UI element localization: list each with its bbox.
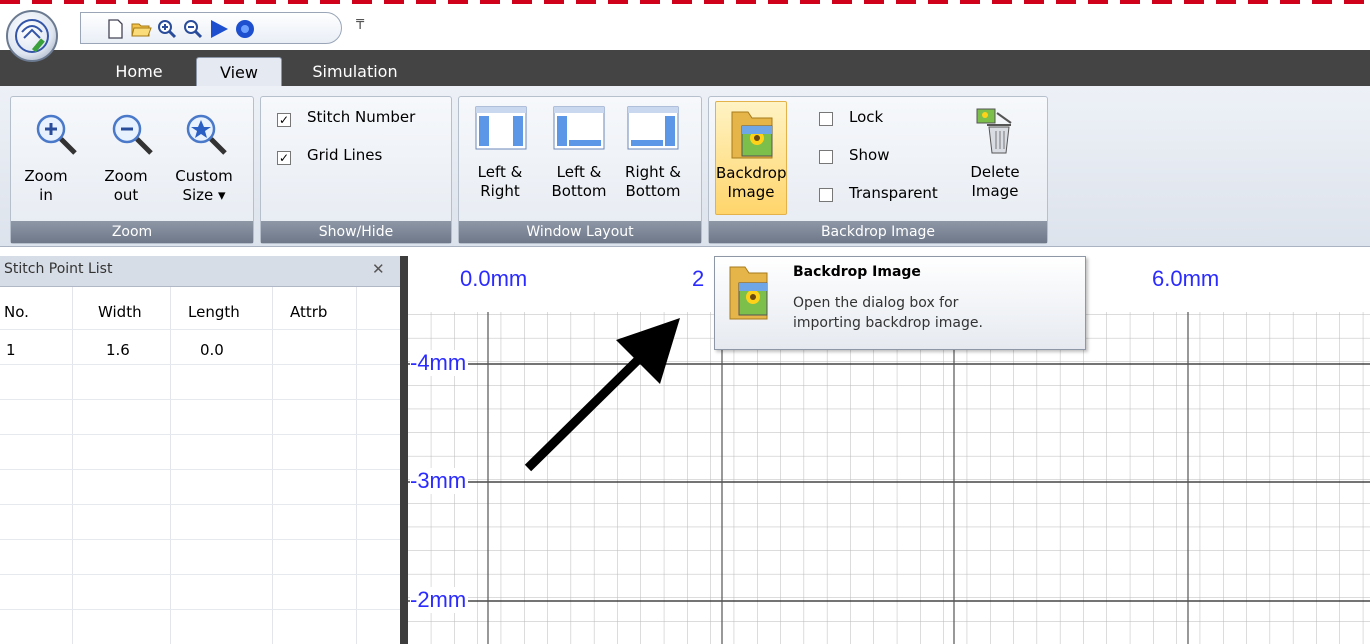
x-ruler-label-2: 2 [692, 266, 705, 291]
transparent-checkbox[interactable] [819, 188, 833, 202]
customize-qat-icon[interactable]: ₸ [356, 18, 364, 33]
custom-size-label: Custom Size ▾ [175, 167, 233, 204]
x-ruler-label-0: 0.0mm [460, 266, 528, 291]
tooltip-folder-icon [729, 266, 768, 320]
left-bottom-layout-icon [553, 106, 605, 150]
stitch-number-checkbox[interactable]: ✓ [277, 113, 291, 127]
delete-image-label: Delete Image [970, 163, 1020, 200]
zoom-in-icon [36, 114, 77, 155]
show-checkbox[interactable] [819, 150, 833, 164]
left-bottom-layout-button[interactable] [553, 105, 605, 155]
zoom-in-label: Zoom in [24, 167, 68, 204]
new-file-icon[interactable] [104, 18, 126, 40]
right-bottom-layout-button[interactable] [627, 105, 679, 155]
custom-size-button[interactable] [181, 109, 231, 163]
backdrop-image-button[interactable]: Backdrop Image [715, 101, 787, 215]
y-ruler-label-minus3: -3mm [410, 468, 469, 494]
zoom-in-button[interactable] [31, 109, 81, 163]
backdrop-image-label: Backdrop Image [716, 164, 787, 201]
backdrop-image-group: Backdrop Image Lock Show Transparent Dele… [708, 96, 1048, 244]
window-layout-group-title: Window Layout [459, 221, 701, 243]
show-hide-group-title: Show/Hide [261, 221, 451, 243]
zoom-out-button[interactable] [107, 109, 157, 163]
column-header-length[interactable]: Length [188, 303, 240, 321]
zoom-out-icon [112, 114, 153, 155]
panel-title-bar: Stitch Point List ✕ [0, 256, 400, 287]
row-1-length[interactable]: 0.0 [200, 341, 224, 359]
tooltip-line-2: importing backdrop image. [793, 315, 983, 331]
tooltip-line-1: Open the dialog box for [793, 295, 959, 311]
open-folder-icon[interactable] [130, 18, 152, 40]
x-ruler-label-6: 6.0mm [1152, 266, 1220, 291]
show-hide-group: ✓ Stitch Number ✓ Grid Lines Show/Hide [260, 96, 452, 244]
left-right-layout-icon [475, 106, 527, 150]
row-1-width[interactable]: 1.6 [106, 341, 130, 359]
application-menu-button[interactable] [6, 10, 58, 62]
transparent-label: Transparent [849, 184, 938, 202]
zoom-group: Zoom in Zoom out Custom Size ▾ Zoom [10, 96, 254, 244]
backdrop-group-title: Backdrop Image [709, 221, 1047, 243]
custom-zoom-icon [186, 114, 227, 155]
tab-home[interactable]: Home [104, 58, 174, 86]
window-layout-group: Left & Right Left & Bottom Right & Bottom W… [458, 96, 702, 244]
left-right-layout-button[interactable] [475, 105, 527, 155]
row-1-no[interactable]: 1 [6, 341, 16, 359]
left-bottom-label: Left & Bottom [551, 163, 607, 200]
tooltip-title: Backdrop Image [793, 264, 921, 280]
panel-title: Stitch Point List [4, 261, 113, 277]
lock-label: Lock [849, 108, 884, 126]
left-right-label: Left & Right [477, 163, 523, 200]
annotation-arrow-icon [524, 318, 680, 472]
zoom-in-small-icon[interactable] [156, 18, 178, 40]
backdrop-folder-icon [731, 111, 773, 159]
lock-checkbox[interactable] [819, 112, 833, 126]
right-bottom-label: Right & Bottom [625, 163, 681, 200]
zoom-out-small-icon[interactable] [182, 18, 204, 40]
stitch-number-label: Stitch Number [307, 108, 416, 126]
red-dashed-border [0, 0, 1370, 4]
show-label: Show [849, 146, 890, 164]
grid-lines-label: Grid Lines [307, 146, 383, 164]
y-ruler-label-minus4: -4mm [410, 350, 469, 376]
stitch-point-table: No. Width Length Attrb 1 1.6 0.0 [0, 287, 400, 644]
delete-image-button[interactable] [975, 107, 1015, 159]
trash-image-icon [976, 108, 1012, 154]
close-icon[interactable]: ✕ [372, 260, 385, 278]
backdrop-image-tooltip: Backdrop Image Open the dialog box for i… [714, 256, 1086, 350]
zoom-group-title: Zoom [11, 221, 253, 243]
tab-simulation[interactable]: Simulation [300, 58, 410, 86]
column-header-attrb[interactable]: Attrb [290, 303, 327, 321]
panel-splitter[interactable] [400, 256, 408, 644]
y-ruler-label-minus2: -2mm [410, 587, 469, 613]
column-header-no[interactable]: No. [4, 303, 29, 321]
play-icon[interactable] [208, 18, 230, 40]
app-logo-icon [15, 19, 49, 53]
right-bottom-layout-icon [627, 106, 679, 150]
tab-view[interactable]: View [196, 57, 282, 88]
zoom-out-label: Zoom out [104, 167, 148, 204]
grid-lines-checkbox[interactable]: ✓ [277, 151, 291, 165]
stop-icon[interactable] [234, 18, 256, 40]
column-header-width[interactable]: Width [98, 303, 142, 321]
